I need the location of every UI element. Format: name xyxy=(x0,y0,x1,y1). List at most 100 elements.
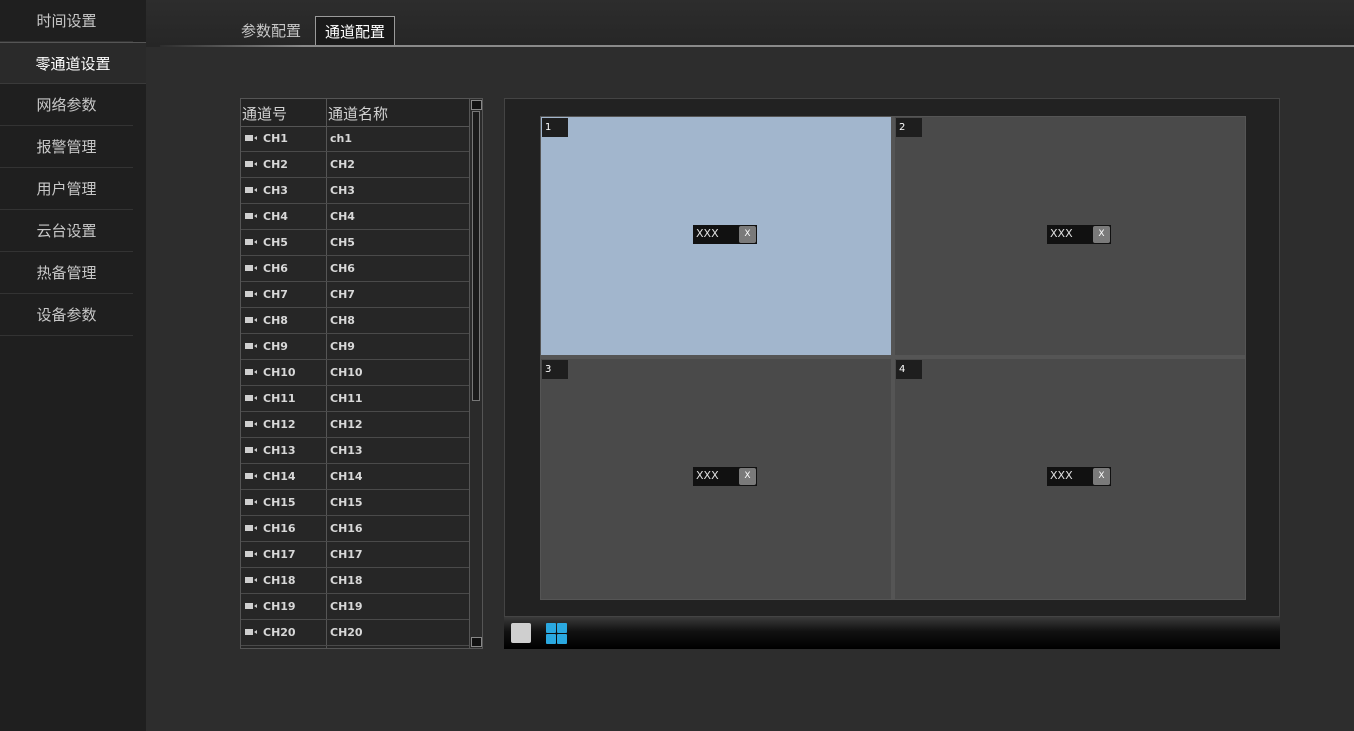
cell-index: 4 xyxy=(896,360,922,379)
channel-name: CH2 xyxy=(330,158,355,171)
channel-number: CH4 xyxy=(263,210,288,223)
channel-tag: XXX X xyxy=(693,225,757,244)
table-row[interactable]: CH6 CH6 xyxy=(241,256,469,282)
tab-underline xyxy=(160,45,1354,47)
channel-number: CH8 xyxy=(263,314,288,327)
table-row[interactable]: CH14 CH14 xyxy=(241,464,469,490)
sidebar-item-alarm-management[interactable]: 报警管理 xyxy=(0,126,133,168)
table-row[interactable]: CH9 CH9 xyxy=(241,334,469,360)
sidebar-item-network-params[interactable]: 网络参数 xyxy=(0,84,133,126)
channel-name: CH13 xyxy=(330,444,363,457)
tab-channel-config[interactable]: 通道配置 xyxy=(315,16,396,47)
channel-tag: XXX X xyxy=(1047,467,1111,486)
channel-name: ch1 xyxy=(330,132,353,145)
column-header-channel-name: 通道名称 xyxy=(328,105,389,123)
scroll-up-button[interactable] xyxy=(471,100,482,110)
channel-name: CH7 xyxy=(330,288,355,301)
camera-icon xyxy=(245,317,257,323)
tab-bar: 参数配置 通道配置 xyxy=(146,0,1354,47)
table-row[interactable]: CH16 CH16 xyxy=(241,516,469,542)
channel-number: CH7 xyxy=(263,288,288,301)
table-row[interactable]: CH11 CH11 xyxy=(241,386,469,412)
channel-tag-name: XXX xyxy=(1050,469,1073,482)
channel-number: CH10 xyxy=(263,366,296,379)
preview-cell-4[interactable]: 4 XXX X xyxy=(895,359,1245,599)
channel-tag-name: XXX xyxy=(696,469,719,482)
scroll-down-button[interactable] xyxy=(471,637,482,647)
camera-icon xyxy=(245,421,257,427)
channel-name: CH15 xyxy=(330,496,363,509)
table-row[interactable]: CH19 CH19 xyxy=(241,594,469,620)
tab-param-config[interactable]: 参数配置 xyxy=(232,16,310,46)
camera-icon xyxy=(245,525,257,531)
table-row[interactable]: CH13 CH13 xyxy=(241,438,469,464)
channel-name: CH17 xyxy=(330,548,363,561)
camera-icon xyxy=(245,551,257,557)
preview-panel: 1 XXX X 2 XXX X 3 XXX X 4 XXX X xyxy=(504,98,1280,617)
table-row[interactable]: CH15 CH15 xyxy=(241,490,469,516)
sidebar-item-device-params[interactable]: 设备参数 xyxy=(0,294,133,336)
camera-icon xyxy=(245,265,257,271)
table-row[interactable]: CH18 CH18 xyxy=(241,568,469,594)
camera-icon xyxy=(245,447,257,453)
camera-icon xyxy=(245,161,257,167)
camera-icon xyxy=(245,395,257,401)
channel-name: CH11 xyxy=(330,392,363,405)
table-row[interactable]: CH4 CH4 xyxy=(241,204,469,230)
table-row[interactable]: CH3 CH3 xyxy=(241,178,469,204)
sidebar: 时间设置 零通道设置 网络参数 报警管理 用户管理 云台设置 热备管理 设备参数 xyxy=(0,0,146,731)
table-scrollbar[interactable] xyxy=(469,99,482,648)
remove-channel-button[interactable]: X xyxy=(739,468,756,485)
channel-number: CH16 xyxy=(263,522,296,535)
channel-name: CH8 xyxy=(330,314,355,327)
camera-icon xyxy=(245,239,257,245)
sidebar-item-ptz-settings[interactable]: 云台设置 xyxy=(0,210,133,252)
channel-tag: XXX X xyxy=(1047,225,1111,244)
table-row[interactable]: CH17 CH17 xyxy=(241,542,469,568)
channel-name: CH12 xyxy=(330,418,363,431)
sidebar-item-user-management[interactable]: 用户管理 xyxy=(0,168,133,210)
channel-number: CH5 xyxy=(263,236,288,249)
table-row[interactable]: CH20 CH20 xyxy=(241,620,469,646)
channel-name: CH16 xyxy=(330,522,363,535)
table-row[interactable]: CH7 CH7 xyxy=(241,282,469,308)
table-row[interactable]: CH2 CH2 xyxy=(241,152,469,178)
single-view-icon[interactable] xyxy=(511,623,531,643)
layout-toolbar xyxy=(504,617,1280,649)
table-row[interactable]: CH5 CH5 xyxy=(241,230,469,256)
channel-number: CH19 xyxy=(263,600,296,613)
camera-icon xyxy=(245,213,257,219)
channel-name: CH4 xyxy=(330,210,355,223)
channel-number: CH1 xyxy=(263,132,288,145)
channel-name: CH10 xyxy=(330,366,363,379)
channel-number: CH2 xyxy=(263,158,288,171)
channel-name: CH20 xyxy=(330,626,363,639)
preview-cell-3[interactable]: 3 XXX X xyxy=(541,359,891,599)
channel-number: CH11 xyxy=(263,392,296,405)
table-row[interactable]: CH12 CH12 xyxy=(241,412,469,438)
camera-icon xyxy=(245,291,257,297)
channel-number: CH3 xyxy=(263,184,288,197)
remove-channel-button[interactable]: X xyxy=(1093,468,1110,485)
table-row[interactable]: CH8 CH8 xyxy=(241,308,469,334)
sidebar-item-time-settings[interactable]: 时间设置 xyxy=(0,0,133,42)
channel-number: CH9 xyxy=(263,340,288,353)
channel-number: CH20 xyxy=(263,626,296,639)
preview-cell-1[interactable]: 1 XXX X xyxy=(541,117,891,355)
channel-name: CH3 xyxy=(330,184,355,197)
sidebar-item-zero-channel-settings[interactable]: 零通道设置 xyxy=(0,42,146,84)
sidebar-item-hot-standby[interactable]: 热备管理 xyxy=(0,252,133,294)
remove-channel-button[interactable]: X xyxy=(1093,226,1110,243)
scroll-thumb[interactable] xyxy=(472,111,480,401)
channel-name: CH14 xyxy=(330,470,363,483)
preview-cell-2[interactable]: 2 XXX X xyxy=(895,117,1245,355)
camera-icon xyxy=(245,135,257,141)
camera-icon xyxy=(245,187,257,193)
table-row[interactable]: CH1 ch1 xyxy=(241,126,469,152)
remove-channel-button[interactable]: X xyxy=(739,226,756,243)
quad-view-icon[interactable] xyxy=(546,623,567,644)
table-row[interactable]: CH10 CH10 xyxy=(241,360,469,386)
cell-index: 3 xyxy=(542,360,568,379)
camera-icon xyxy=(245,473,257,479)
channel-name: CH5 xyxy=(330,236,355,249)
